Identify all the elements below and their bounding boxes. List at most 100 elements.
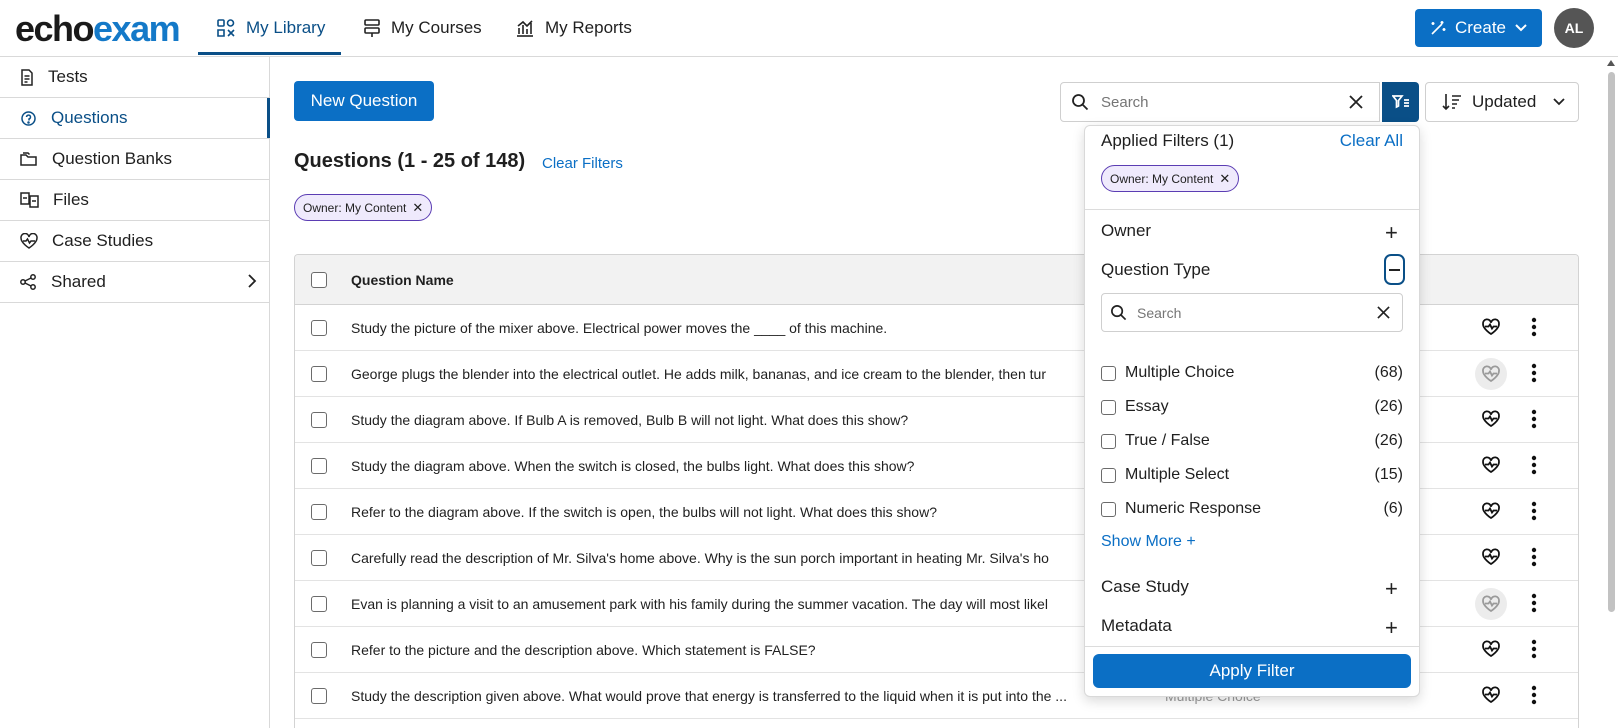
column-header-question-name[interactable]: Question Name: [351, 272, 454, 288]
question-gear-icon: [21, 110, 36, 126]
question-text[interactable]: Study the diagram above. If Bulb A is re…: [351, 412, 908, 428]
row-checkbox[interactable]: [311, 504, 327, 520]
show-more-link[interactable]: Show More +: [1101, 533, 1196, 551]
question-search-box: [1060, 82, 1380, 122]
filter-toggle-button[interactable]: [1382, 82, 1419, 122]
expand-owner-icon[interactable]: +: [1385, 222, 1398, 244]
row-checkbox[interactable]: [311, 366, 327, 382]
option-multiple-choice[interactable]: Multiple Choice (68): [1101, 361, 1403, 385]
option-checkbox[interactable]: [1101, 365, 1116, 381]
question-text[interactable]: Study the picture of the mixer above. El…: [351, 320, 887, 336]
option-essay[interactable]: Essay (26): [1101, 395, 1403, 419]
metadata-section-label[interactable]: Metadata: [1101, 616, 1172, 636]
search-icon: [1111, 305, 1127, 321]
case-study-icon[interactable]: [1481, 640, 1501, 658]
question-text[interactable]: Refer to the diagram above. If the switc…: [351, 504, 937, 520]
more-options-icon[interactable]: [1531, 408, 1537, 430]
courses-icon: [364, 19, 380, 37]
question-text[interactable]: Study the description given above. What …: [351, 688, 1067, 704]
owner-section-label[interactable]: Owner: [1101, 221, 1151, 241]
select-all-checkbox[interactable]: [311, 272, 327, 288]
sidebar-item-case-studies[interactable]: Case Studies: [0, 221, 269, 262]
more-options-icon[interactable]: [1531, 454, 1537, 476]
case-study-icon[interactable]: [1481, 686, 1501, 704]
scroll-up-arrow[interactable]: [1607, 60, 1615, 66]
option-numeric-response[interactable]: Numeric Response (6): [1101, 497, 1403, 521]
row-checkbox[interactable]: [311, 596, 327, 612]
row-checkbox[interactable]: [311, 458, 327, 474]
sort-dropdown[interactable]: Updated: [1425, 82, 1579, 122]
row-checkbox[interactable]: [311, 412, 327, 428]
scroll-thumb[interactable]: [1608, 72, 1615, 612]
tab-my-reports[interactable]: My Reports: [515, 0, 632, 56]
remove-chip-icon[interactable]: ✕: [412, 200, 423, 216]
case-study-icon[interactable]: [1481, 410, 1501, 428]
row-checkbox[interactable]: [311, 688, 327, 704]
option-true-false[interactable]: True / False (26): [1101, 429, 1403, 453]
more-options-icon[interactable]: [1531, 500, 1537, 522]
question-text[interactable]: Evan is planning a visit to an amusement…: [351, 596, 1048, 612]
option-multiple-select[interactable]: Multiple Select (15): [1101, 463, 1403, 487]
user-avatar[interactable]: AL: [1554, 8, 1594, 48]
remove-chip-icon[interactable]: ✕: [1219, 171, 1230, 187]
option-checkbox[interactable]: [1101, 501, 1116, 517]
new-question-button[interactable]: New Question: [294, 81, 434, 121]
sidebar-item-questions[interactable]: Questions: [0, 98, 270, 139]
tab-label: My Courses: [391, 18, 482, 37]
sidebar-item-shared[interactable]: Shared: [0, 262, 269, 303]
divider: [1085, 646, 1419, 647]
question-type-search-input[interactable]: [1137, 304, 1357, 321]
search-input[interactable]: [1101, 93, 1341, 111]
option-checkbox[interactable]: [1101, 433, 1116, 449]
page-scrollbar[interactable]: [1605, 57, 1618, 728]
clear-filters-link[interactable]: Clear Filters: [542, 155, 623, 172]
question-type-section-label[interactable]: Question Type: [1101, 260, 1210, 280]
more-options-icon[interactable]: [1531, 362, 1537, 384]
more-options-icon[interactable]: [1531, 638, 1537, 660]
case-study-icon[interactable]: [1481, 318, 1501, 336]
row-checkbox[interactable]: [311, 642, 327, 658]
option-checkbox[interactable]: [1101, 467, 1116, 483]
applied-filters-title: Applied Filters (1): [1101, 131, 1235, 150]
apply-filter-button[interactable]: Apply Filter: [1093, 654, 1411, 688]
option-count: (26): [1374, 398, 1403, 415]
question-type-search-box: [1101, 293, 1403, 332]
top-navigation-bar: echoexam My Library My Courses My Report…: [0, 0, 1618, 57]
case-study-icon[interactable]: [1481, 502, 1501, 520]
question-text[interactable]: Refer to the picture and the description…: [351, 642, 816, 658]
reports-icon: [517, 20, 533, 37]
case-study-button[interactable]: [1475, 358, 1507, 390]
collapse-question-type-icon[interactable]: [1384, 254, 1405, 285]
heart-pulse-icon: [20, 233, 38, 249]
row-checkbox[interactable]: [311, 550, 327, 566]
echoexam-logo[interactable]: echoexam: [15, 7, 181, 51]
option-checkbox[interactable]: [1101, 399, 1116, 415]
sidebar-item-tests[interactable]: Tests: [0, 57, 269, 98]
clear-all-link[interactable]: Clear All: [1340, 131, 1403, 151]
row-checkbox[interactable]: [311, 320, 327, 336]
question-text[interactable]: George plugs the blender into the electr…: [351, 366, 1046, 382]
expand-case-study-icon[interactable]: +: [1385, 578, 1398, 600]
tab-my-library[interactable]: My Library: [216, 0, 325, 56]
create-button[interactable]: Create: [1415, 9, 1542, 47]
new-question-label: New Question: [310, 91, 418, 110]
case-study-icon[interactable]: [1481, 548, 1501, 566]
clear-search-icon[interactable]: [1349, 95, 1363, 109]
question-text[interactable]: Carefully read the description of Mr. Si…: [351, 550, 1049, 566]
more-options-icon[interactable]: [1531, 684, 1537, 706]
tab-my-courses[interactable]: My Courses: [363, 0, 482, 56]
question-text[interactable]: Study the diagram above. When the switch…: [351, 458, 914, 474]
more-options-icon[interactable]: [1531, 592, 1537, 614]
case-study-icon[interactable]: [1481, 456, 1501, 474]
share-icon: [20, 274, 36, 290]
clear-search-icon[interactable]: [1377, 306, 1390, 319]
expand-metadata-icon[interactable]: +: [1385, 617, 1398, 639]
more-options-icon[interactable]: [1531, 316, 1537, 338]
case-study-button[interactable]: [1475, 588, 1507, 620]
case-study-section-label[interactable]: Case Study: [1101, 577, 1189, 597]
more-options-icon[interactable]: [1531, 546, 1537, 568]
sidebar-item-files[interactable]: Files: [0, 180, 269, 221]
option-count: (6): [1383, 500, 1403, 517]
sidebar-item-question-banks[interactable]: Question Banks: [0, 139, 269, 180]
active-tab-indicator: [198, 52, 341, 55]
